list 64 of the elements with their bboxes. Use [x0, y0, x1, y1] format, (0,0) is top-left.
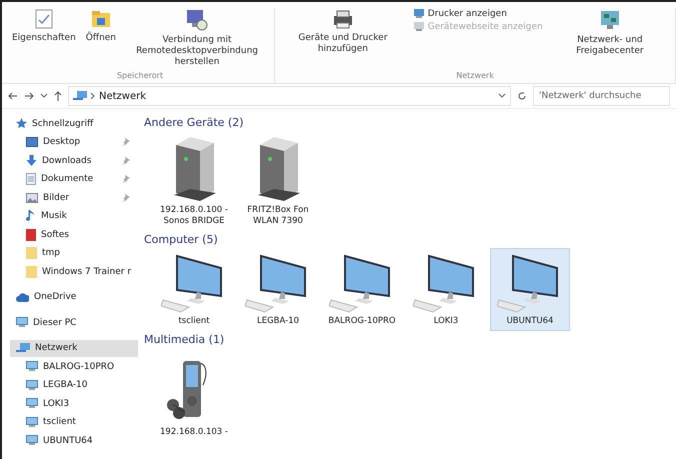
ribbon-button[interactable]: Verbindung mit Remotedesktopverbindung herstellen	[124, 8, 270, 68]
network-item[interactable]: BALROG-10PRO	[322, 248, 402, 331]
nav-item[interactable]: BALROG-10PRO	[10, 358, 138, 376]
nav-item[interactable]: tsclient	[10, 414, 138, 431]
checklist-icon	[32, 8, 55, 30]
refresh-button[interactable]	[517, 91, 527, 101]
group-header[interactable]: Multimedia (1)	[144, 330, 676, 349]
group-header[interactable]: Andere Geräte (2)	[144, 113, 676, 131]
monitor-icon	[184, 8, 210, 32]
chevron-icon	[40, 93, 48, 99]
group-label: Speicherort	[116, 71, 164, 82]
nav-item[interactable]: LEGBA-10	[10, 376, 138, 394]
network-item[interactable]: LEGBA-10	[238, 248, 318, 331]
nav-item[interactable]: Bilder	[10, 189, 138, 206]
ribbon-button[interactable]: Öffnen	[84, 8, 118, 44]
cloud-icon	[16, 292, 29, 302]
network-item[interactable]: UBUNTU64	[490, 248, 570, 331]
group-label: Netzwerk	[455, 71, 495, 82]
address-bar[interactable]: Netzwerk	[68, 86, 511, 106]
separator-icon	[91, 93, 95, 99]
path-segment[interactable]: Netzwerk	[99, 90, 146, 102]
nav-item[interactable]: Dieser PC	[10, 314, 138, 332]
ribbon-button[interactable]: Eigenschaften	[10, 8, 78, 44]
computer-icon	[26, 435, 38, 446]
nav-item[interactable]: OneDrive	[10, 288, 138, 306]
up-button[interactable]	[54, 91, 62, 101]
back-button[interactable]	[8, 92, 18, 100]
network-item[interactable]: LOKI3	[406, 248, 486, 331]
network-item[interactable]: FRITZ!Box Fon WLAN 7390	[238, 131, 318, 230]
desktop-icon	[26, 137, 38, 148]
computer-icon	[26, 398, 38, 410]
nav-item[interactable]: LOKI3	[10, 395, 138, 412]
star-icon	[16, 118, 27, 130]
download-icon	[26, 155, 37, 166]
nav-item[interactable]: Netzwerk	[10, 340, 138, 357]
nav-item[interactable]: Windows 7 Trainer r	[10, 263, 138, 280]
computer-icon	[26, 380, 38, 391]
computer-icon	[16, 317, 28, 328]
nav-item[interactable]: Downloads	[10, 152, 138, 170]
network-icon	[73, 90, 87, 102]
group-header[interactable]: Computer (5)	[144, 230, 676, 248]
chevron-icon	[498, 93, 506, 99]
network-icon	[16, 342, 30, 354]
nav-item[interactable]: UBUNTU64	[10, 432, 138, 450]
ribbon-button[interactable]: Drucker anzeigen	[412, 8, 543, 19]
nav-item[interactable]: Desktop	[10, 134, 138, 151]
document-icon	[26, 173, 36, 186]
nav-item[interactable]: Musik	[10, 208, 138, 225]
nav-item[interactable]: Softes	[10, 226, 138, 244]
network-item[interactable]: 192.168.0.103 -	[154, 348, 234, 442]
network-item[interactable]: tsclient	[154, 248, 234, 331]
search-field[interactable]: 'Netzwerk' durchsuche	[533, 86, 670, 106]
computer-icon	[26, 361, 38, 372]
nav-item[interactable]: tmp	[10, 244, 138, 262]
ribbon-button[interactable]: Geräte und Drucker hinzufügen	[279, 8, 407, 55]
network-item[interactable]: 192.168.0.100 - Sonos BRIDGE	[154, 131, 234, 230]
nav-item[interactable]: Dokumente	[10, 170, 138, 188]
computer-icon	[26, 416, 38, 428]
recent-button[interactable]	[40, 93, 48, 99]
music-note-icon	[26, 210, 36, 222]
forward-button[interactable]	[24, 92, 34, 100]
pictures-icon	[26, 192, 38, 203]
ribbon-button[interactable]: Netzwerk- und Freigabecenter	[548, 8, 671, 57]
nav-item[interactable]: Schnellzugriff	[10, 115, 138, 132]
